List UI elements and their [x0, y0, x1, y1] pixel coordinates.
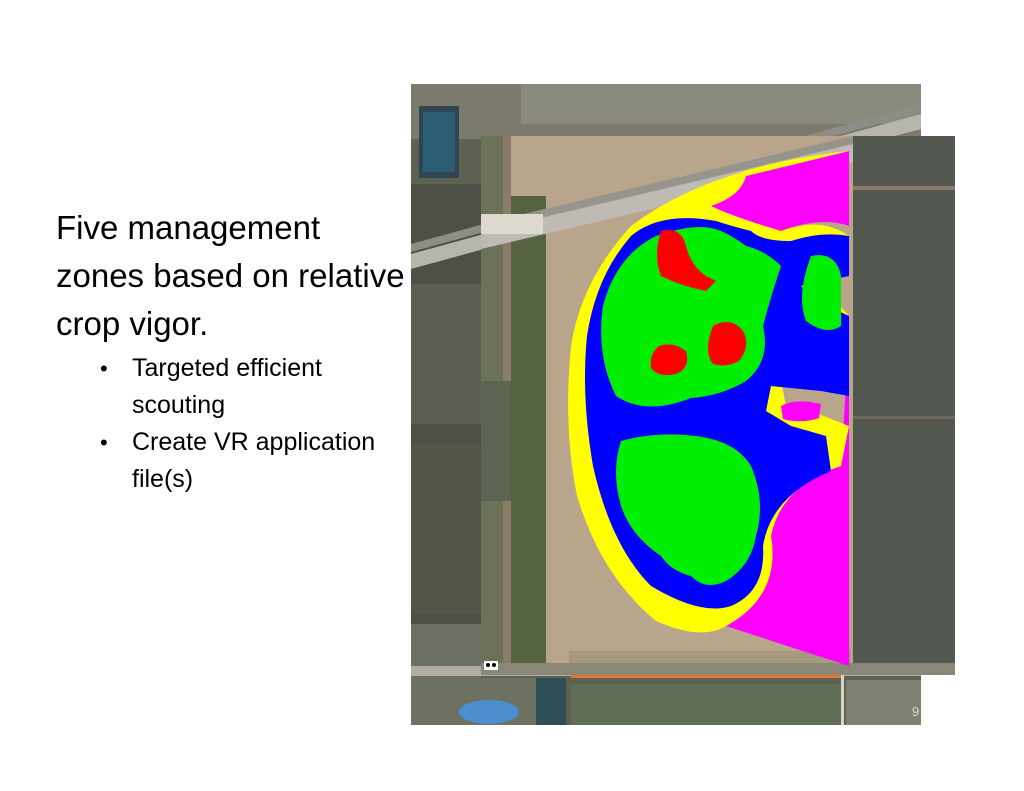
page-number-fragment: 9	[912, 704, 920, 719]
zone-map-image	[481, 136, 955, 675]
image-group: 9	[0, 0, 1024, 791]
